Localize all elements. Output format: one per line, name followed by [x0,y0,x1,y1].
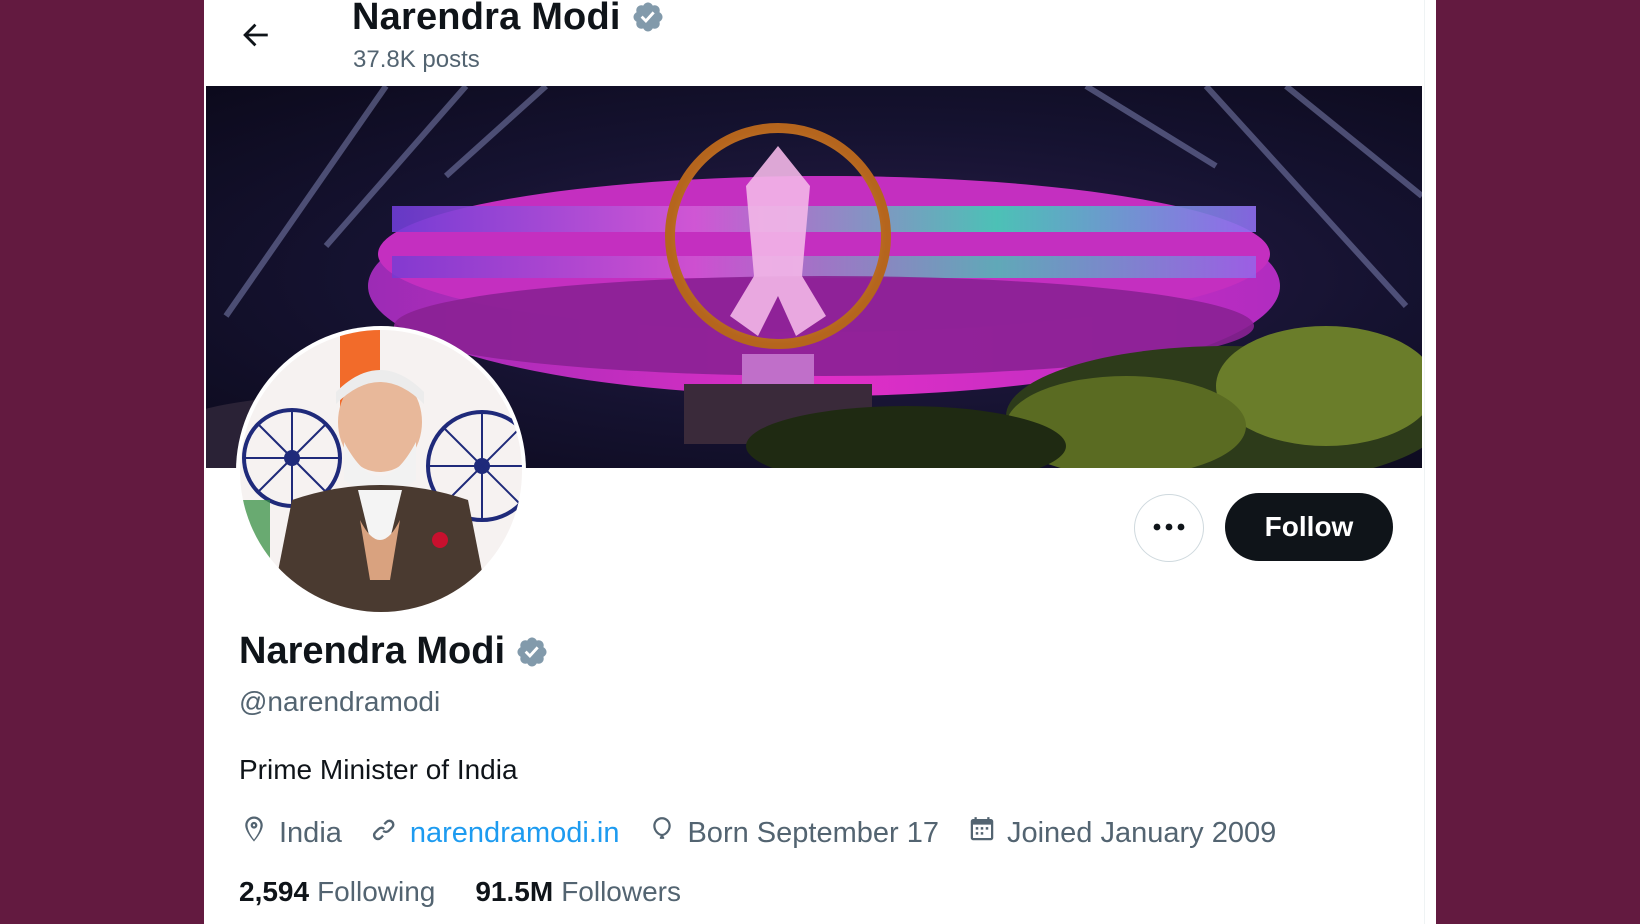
follow-button[interactable]: Follow [1225,493,1393,561]
balloon-icon [647,814,677,852]
header-title: Narendra Modi [352,0,665,40]
calendar-icon [967,814,997,852]
profile-bio: Prime Minister of India [239,754,518,785]
profile-card: Narendra Modi 37.8K posts Follow Narendr… [204,0,1436,924]
profile-name: Narendra Modi [239,630,506,672]
followers-count: 91.5M [475,876,554,907]
following-label: Following [317,876,436,907]
profile-handle: @narendramodi [239,686,441,717]
header-name: Narendra Modi [352,0,621,38]
profile-name-row: Narendra Modi [239,630,549,673]
birthday-text: Born September 17 [687,816,939,849]
location-text: India [279,816,342,849]
birthday-item: Born September 17 [647,814,939,852]
followers-link[interactable]: 91.5M Followers [475,876,681,908]
ellipsis-icon [1152,519,1186,537]
joined-item: Joined January 2009 [967,814,1276,852]
following-count: 2,594 [239,876,310,907]
joined-text: Joined January 2009 [1006,816,1277,849]
profile-avatar[interactable] [240,330,522,612]
arrow-left-icon [238,18,272,57]
following-link[interactable]: 2,594 Following [239,876,435,908]
profile-meta: India narendramodi.in Born September 17 … [239,814,1304,852]
card-border [1424,0,1425,924]
more-options-button[interactable] [1134,494,1204,562]
back-button[interactable] [232,14,278,60]
website-item: narendramodi.in [370,814,620,852]
follow-counts: 2,594 Following 91.5M Followers [239,876,681,908]
verified-badge-icon[interactable] [515,635,549,669]
location-item: India [239,814,342,852]
location-pin-icon [239,814,269,852]
link-icon [370,814,400,852]
verified-badge-icon [631,0,665,34]
posts-count: 37.8K posts [353,46,480,73]
website-link[interactable]: narendramodi.in [410,817,620,850]
followers-label: Followers [561,876,681,907]
